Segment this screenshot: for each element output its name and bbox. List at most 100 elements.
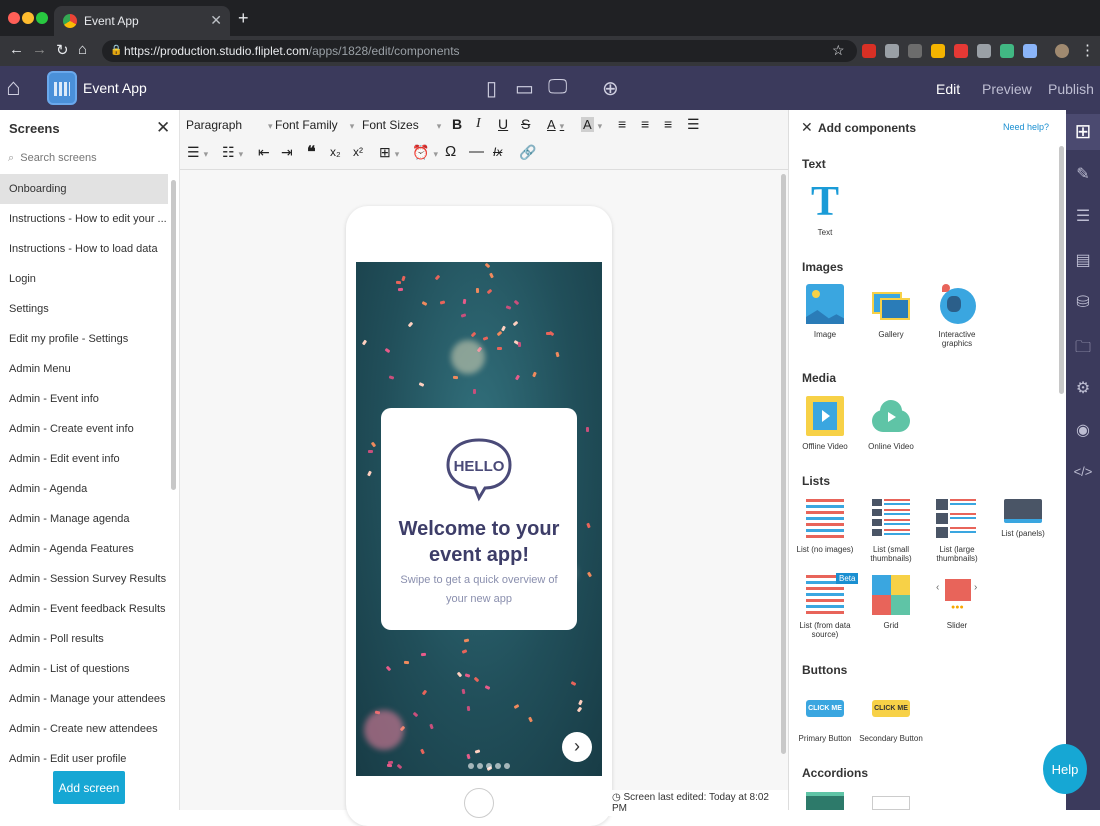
bookmark-star-icon[interactable]: ☆ [832,42,845,59]
align-center-icon[interactable]: ≡ [641,116,649,132]
extension-icon[interactable] [885,44,899,58]
gear-icon[interactable]: ⚙ [1066,378,1100,398]
screen-list-item[interactable]: Admin - Event feedback Results [0,594,168,624]
screen-list-item[interactable]: Admin - List of questions [0,654,168,684]
screen-list-item[interactable]: Admin - Poll results [0,624,168,654]
folder-icon[interactable]: 🗀 [1066,336,1100,363]
component-online-video[interactable]: Online Video [858,396,924,451]
close-icon[interactable]: ✕ [156,118,170,138]
back-icon[interactable]: ← [9,41,24,58]
numbered-list-icon[interactable]: ☷ ▾ [222,144,243,161]
extension-icon[interactable] [931,44,945,58]
home-icon[interactable]: ⌂ [6,74,21,102]
publish-tab[interactable]: Publish [1048,81,1094,97]
table-icon[interactable]: ⊞ ▾ [379,144,399,161]
clear-format-icon[interactable]: Ix [493,145,502,159]
page-dot[interactable] [504,763,510,769]
bold-button[interactable]: B [452,116,462,132]
search-input[interactable] [20,152,161,164]
component-list-panels[interactable]: List (panels) [990,499,1056,538]
screen-list-item[interactable]: Admin - Session Survey Results [0,564,168,594]
reload-icon[interactable]: ↻ [56,41,69,59]
screen-list-item[interactable]: Instructions - How to load data [0,234,168,264]
horizontal-rule-icon[interactable]: — [469,143,484,160]
screen-list-item[interactable]: Admin - Agenda Features [0,534,168,564]
component-interactive-graphics[interactable]: Interactive graphics [924,284,990,348]
screen-list-item[interactable]: Admin - Edit user profile [0,744,168,774]
screens-scrollbar[interactable] [171,180,176,490]
component-list-small-thumbnails[interactable]: List (small thumbnails) [858,499,924,563]
special-icon[interactable]: ⏰ ▾ [412,144,438,161]
preview-tab[interactable]: Preview [982,81,1032,97]
phone-preview-icon[interactable]: ▯ [486,76,497,101]
onboarding-slide[interactable]: HELLO Welcome to your event app! Swipe t… [356,262,602,776]
component-list-data-source[interactable]: Beta List (from data source) [792,573,859,639]
component-list-large-thumbnails[interactable]: List (large thumbnails) [924,499,990,563]
component-accordion-alt[interactable] [858,796,924,816]
screen-list-item[interactable]: Admin - Manage agenda [0,504,168,534]
forward-icon[interactable]: → [32,41,47,58]
adblock-extension-icon[interactable] [862,44,876,58]
font-family-dropdown[interactable]: Font Family ▾ [275,118,354,132]
text-color-button[interactable]: A ▾ [547,117,564,132]
zoom-icon[interactable]: ⊕ [602,76,619,101]
browser-tab[interactable]: Event App ✕ [54,6,230,36]
screen-list-item[interactable]: Admin - Create event info [0,414,168,444]
component-grid[interactable]: Grid [858,575,924,630]
add-screen-button[interactable]: Add screen [53,771,125,804]
new-tab-icon[interactable]: + [238,8,249,29]
component-primary-button[interactable]: CLICK ME Primary Button [792,688,858,743]
component-accordion[interactable] [792,792,858,816]
desktop-preview-icon[interactable]: 🖵 [548,76,567,99]
tablet-preview-icon[interactable]: ▭ [515,76,534,101]
close-window-icon[interactable] [8,12,20,24]
maximize-window-icon[interactable] [36,12,48,24]
screen-settings-icon[interactable]: ▤ [1066,250,1100,270]
add-component-icon[interactable]: ⊞ [1066,114,1100,150]
extension-icon[interactable] [1023,44,1037,58]
edit-tab[interactable]: Edit [936,81,960,97]
screen-list-item[interactable]: Settings [0,294,168,324]
screen-list-item[interactable]: Admin - Manage your attendees [0,684,168,714]
underline-button[interactable]: U [498,116,508,132]
screen-list-item[interactable]: Admin Menu [0,354,168,384]
subscript-icon[interactable]: x₂ [330,145,341,159]
font-sizes-dropdown[interactable]: Font Sizes ▾ [362,118,441,132]
component-list-no-images[interactable]: List (no images) [792,499,858,554]
align-left-icon[interactable]: ≡ [618,116,626,132]
page-dot[interactable] [468,763,474,769]
minimize-window-icon[interactable] [22,12,34,24]
next-slide-button[interactable]: › [562,732,592,762]
component-gallery[interactable]: Gallery [858,284,924,339]
screen-list-item[interactable]: Admin - Agenda [0,474,168,504]
omega-icon[interactable]: Ω [445,143,456,160]
component-offline-video[interactable]: Offline Video [792,396,858,451]
component-slider[interactable]: ‹ › ●●● Slider [924,575,990,630]
component-image[interactable]: Image [792,284,858,339]
component-secondary-button[interactable]: CLICK ME Secondary Button [858,688,924,743]
strikethrough-button[interactable]: S [521,116,530,132]
component-text[interactable]: T Text [792,181,858,237]
screen-list-item[interactable]: Onboarding [0,174,168,204]
extension-icon[interactable] [908,44,922,58]
url-field[interactable]: 🔒 https://production.studio.fliplet.com/… [102,40,857,62]
user-icon[interactable]: ◉ [1066,420,1100,440]
align-right-icon[interactable]: ≡ [664,116,672,132]
background-color-button[interactable]: A ▾ [581,117,602,132]
database-icon[interactable]: ⛁ [1066,292,1100,312]
screen-list-item[interactable]: Admin - Create new attendees [0,714,168,744]
screen-list-item[interactable]: Login [0,264,168,294]
screen-list-item[interactable]: Edit my profile - Settings [0,324,168,354]
blockquote-icon[interactable]: ❝ [307,142,316,162]
extension-icon[interactable] [977,44,991,58]
components-scrollbar[interactable] [1059,146,1064,394]
bullet-list-icon[interactable]: ☰ ▾ [187,144,208,161]
screen-list-item[interactable]: Instructions - How to edit your ... [0,204,168,234]
indent-icon[interactable]: ⇥ [281,144,293,161]
paint-brush-icon[interactable]: ✎ [1066,164,1100,184]
close-tab-icon[interactable]: ✕ [210,12,222,29]
vue-extension-icon[interactable] [1000,44,1014,58]
help-button[interactable]: Help [1043,744,1087,794]
screen-list-item[interactable]: Admin - Edit event info [0,444,168,474]
profile-avatar[interactable] [1055,44,1069,58]
